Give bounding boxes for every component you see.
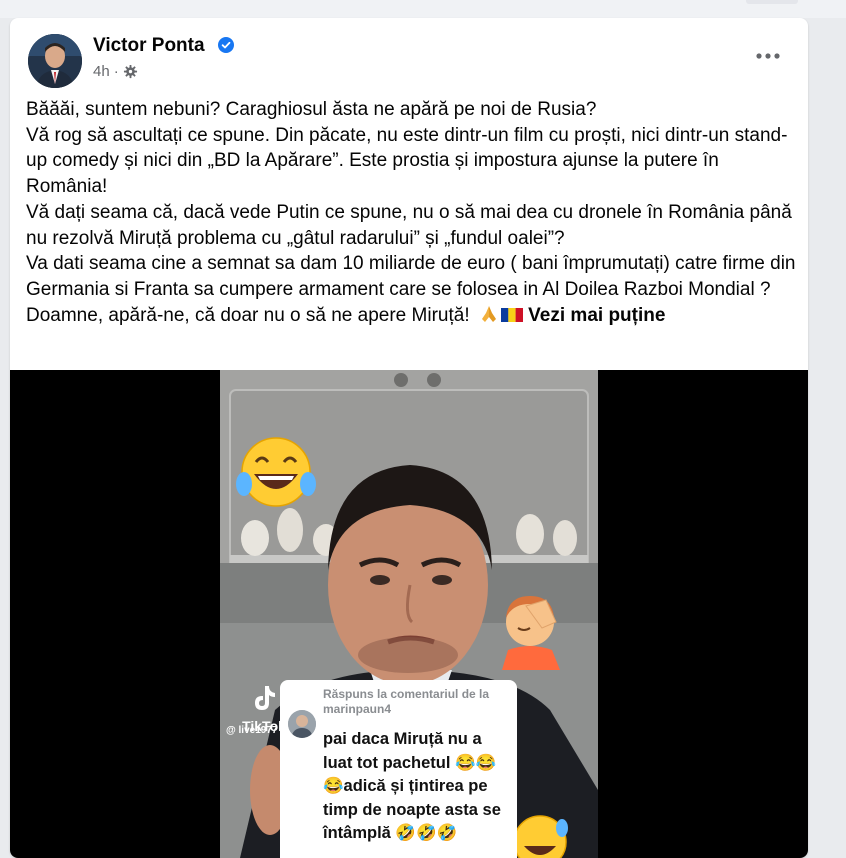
verified-badge-icon (218, 37, 234, 53)
top-strip (0, 0, 846, 18)
post-paragraph: Vă rog să ascultați ce spune. Din păcate… (26, 124, 788, 198)
post-paragraph: Băăăi, suntem nebuni? Caraghiosul ăsta n… (26, 99, 597, 120)
post-paragraph: Vă dați seama că, dacă vede Putin ce spu… (26, 201, 792, 249)
post-last-text: Doamne, apără-ne, că doar nu o să ne ape… (26, 304, 470, 326)
reply-avatar (288, 710, 316, 738)
tiktok-handle: @ live1977 (226, 725, 278, 736)
post-meta: 4h · (93, 63, 138, 80)
tiktok-reply-card: Răspuns la comentariul de la marinpaun4 … (280, 680, 517, 858)
praying-hands-icon (481, 305, 496, 322)
tiktok-icon (255, 686, 275, 710)
post-card: Victor Ponta 4h · Băăăi, suntem nebuni? … (10, 18, 808, 858)
post-text: Băăăi, suntem nebuni? Caraghiosul ăsta n… (26, 97, 801, 328)
author-name[interactable]: Victor Ponta (93, 35, 205, 57)
more-options-button[interactable] (750, 44, 786, 68)
meta-separator: · (113, 63, 119, 80)
video-frame: TikTok @ live1977 Răspuns la comentariul… (220, 370, 598, 858)
see-less-link[interactable]: Vezi mai puține (528, 305, 665, 326)
reply-header: Răspuns la comentariul de la marinpaun4 (323, 687, 490, 716)
facepalm-emoji-icon (502, 596, 560, 670)
gear-icon[interactable] (123, 64, 138, 79)
author-avatar[interactable] (28, 34, 82, 88)
more-icon (756, 53, 780, 59)
small-laughing-emoji-icon (513, 815, 568, 858)
post-last-line: Doamne, apără-ne, că doar nu o să ne ape… (26, 303, 801, 329)
reply-text: pai daca Miruță nu a luat tot pachetul 😂… (323, 730, 501, 842)
post-time[interactable]: 4h (93, 63, 110, 80)
post-paragraph: Va dati seama cine a semnat sa dam 10 mi… (26, 253, 796, 300)
top-tab-stub (746, 0, 798, 4)
laughing-emoji-icon (236, 437, 316, 507)
video-player[interactable]: TikTok @ live1977 Răspuns la comentariul… (10, 370, 808, 858)
romanian-flag-icon (500, 307, 523, 322)
